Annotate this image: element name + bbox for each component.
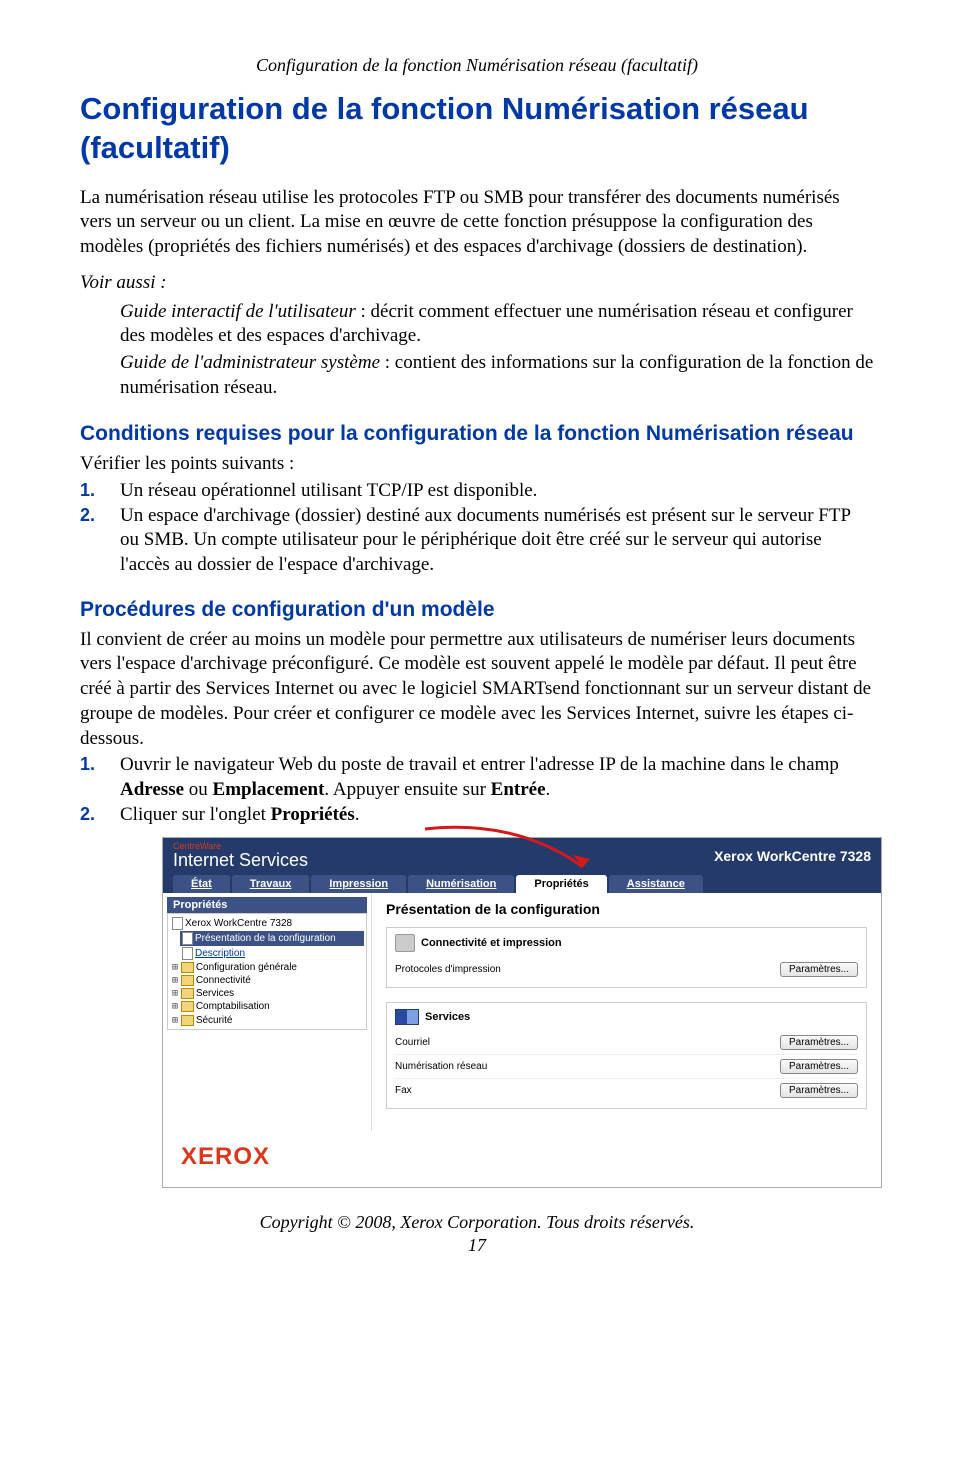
page-title: Configuration de la fonction Numérisatio… bbox=[80, 90, 874, 168]
tree-item-services[interactable]: ⊞ Services bbox=[170, 987, 364, 1000]
page-number: 17 bbox=[80, 1235, 874, 1256]
screenshot: Xerox WorkCentre 7328 CentreWare Interne… bbox=[162, 837, 882, 1188]
folder-icon bbox=[181, 1001, 194, 1012]
page-icon bbox=[182, 947, 193, 960]
content-area: Présentation de la configuration Connect… bbox=[372, 893, 881, 1131]
tree-item-config-generale[interactable]: ⊞ Configuration générale bbox=[170, 961, 364, 974]
see-also-label: Voir aussi : bbox=[80, 272, 874, 294]
row-courriel: Courriel Paramètres... bbox=[395, 1031, 858, 1055]
section2-item-2: 2. Cliquer sur l'onglet Propriétés. bbox=[80, 803, 874, 828]
running-header: Configuration de la fonction Numérisatio… bbox=[80, 55, 874, 76]
list-number: 1. bbox=[80, 479, 95, 502]
tab-etat[interactable]: État bbox=[173, 875, 230, 893]
tab-impression[interactable]: Impression bbox=[311, 875, 406, 893]
parametres-button[interactable]: Paramètres... bbox=[780, 1035, 858, 1050]
row-label: Courriel bbox=[395, 1037, 430, 1048]
expand-icon[interactable]: ⊞ bbox=[172, 988, 178, 999]
tree: Xerox WorkCentre 7328 Présentation de la… bbox=[167, 913, 367, 1030]
see-also-block: Guide interactif de l'utilisateur : décr… bbox=[120, 300, 874, 401]
list-number: 1. bbox=[80, 753, 95, 776]
expand-icon[interactable]: ⊞ bbox=[172, 962, 178, 973]
copyright: Copyright © 2008, Xerox Corporation. Tou… bbox=[80, 1212, 874, 1233]
section2-body: Il convient de créer au moins un modèle … bbox=[80, 628, 874, 751]
expand-icon[interactable]: ⊞ bbox=[172, 1015, 178, 1026]
row-label: Protocoles d'impression bbox=[395, 964, 501, 975]
section2-item-1-text: Ouvrir le navigateur Web du poste de tra… bbox=[120, 754, 839, 800]
section1-item-2: 2. Un espace d'archivage (dossier) desti… bbox=[80, 504, 874, 578]
tree-item-securite[interactable]: ⊞ Sécurité bbox=[170, 1014, 364, 1027]
section1-lead: Vérifier les points suivants : bbox=[80, 452, 874, 477]
box1-title: Connectivité et impression bbox=[421, 937, 562, 949]
tree-item-connectivite[interactable]: ⊞ Connectivité bbox=[170, 974, 364, 987]
page-icon bbox=[172, 917, 183, 930]
services-icon bbox=[395, 1009, 419, 1025]
folder-icon bbox=[181, 975, 194, 986]
section2-item-1: 1. Ouvrir le navigateur Web du poste de … bbox=[80, 753, 874, 802]
brand-big: Internet Services bbox=[173, 850, 308, 870]
box-services: Services Courriel Paramètres... Numérisa… bbox=[386, 1002, 867, 1109]
section1-item-2-text: Un espace d'archivage (dossier) destiné … bbox=[120, 505, 850, 575]
section2-list: 1. Ouvrir le navigateur Web du poste de … bbox=[80, 753, 874, 827]
folder-icon bbox=[181, 1015, 194, 1026]
intro-paragraph: La numérisation réseau utilise les proto… bbox=[80, 186, 874, 260]
expand-icon[interactable]: ⊞ bbox=[172, 975, 178, 986]
section1-title: Conditions requises pour la configuratio… bbox=[80, 422, 874, 446]
see-also-1-title: Guide interactif de l'utilisateur bbox=[120, 301, 356, 322]
folder-icon bbox=[181, 962, 194, 973]
page-icon bbox=[182, 932, 193, 945]
row-fax: Fax Paramètres... bbox=[395, 1079, 858, 1102]
parametres-button[interactable]: Paramètres... bbox=[780, 1083, 858, 1098]
see-also-2-title: Guide de l'administrateur système bbox=[120, 352, 380, 373]
tabbar: État Travaux Impression Numérisation Pro… bbox=[163, 875, 881, 893]
box-connectivite: Connectivité et impression Protocoles d'… bbox=[386, 927, 867, 988]
list-number: 2. bbox=[80, 504, 95, 527]
tree-item-presentation[interactable]: Présentation de la configuration bbox=[180, 931, 364, 946]
printer-icon bbox=[395, 934, 415, 952]
titlebar: Xerox WorkCentre 7328 CentreWare Interne… bbox=[163, 838, 881, 875]
row-numerisation: Numérisation réseau Paramètres... bbox=[395, 1055, 858, 1079]
row-label: Fax bbox=[395, 1085, 412, 1096]
expand-icon[interactable]: ⊞ bbox=[172, 1002, 178, 1013]
parametres-button[interactable]: Paramètres... bbox=[780, 962, 858, 977]
tree-root[interactable]: Xerox WorkCentre 7328 bbox=[170, 916, 364, 931]
section1-item-1-text: Un réseau opérationnel utilisant TCP/IP … bbox=[120, 480, 537, 501]
tree-item-description[interactable]: Description bbox=[180, 946, 364, 961]
row-protocoles: Protocoles d'impression Paramètres... bbox=[395, 958, 858, 981]
model-label: Xerox WorkCentre 7328 bbox=[714, 848, 871, 864]
sidebar: Propriétés Xerox WorkCentre 7328 Présent… bbox=[163, 893, 372, 1131]
row-label: Numérisation réseau bbox=[395, 1061, 487, 1072]
tab-numerisation[interactable]: Numérisation bbox=[408, 875, 514, 893]
section2-item-2-text: Cliquer sur l'onglet Propriétés. bbox=[120, 804, 359, 825]
tab-assistance[interactable]: Assistance bbox=[609, 875, 703, 893]
list-number: 2. bbox=[80, 803, 95, 826]
tree-item-comptabilisation[interactable]: ⊞ Comptabilisation bbox=[170, 1000, 364, 1013]
section2-title: Procédures de configuration d'un modèle bbox=[80, 598, 874, 622]
parametres-button[interactable]: Paramètres... bbox=[780, 1059, 858, 1074]
box2-title: Services bbox=[425, 1011, 470, 1023]
xerox-logo: XEROX bbox=[163, 1131, 881, 1187]
app-window: Xerox WorkCentre 7328 CentreWare Interne… bbox=[162, 837, 882, 1188]
tab-proprietes[interactable]: Propriétés bbox=[516, 875, 606, 893]
sidebar-title: Propriétés bbox=[167, 897, 367, 913]
section1-item-1: 1. Un réseau opérationnel utilisant TCP/… bbox=[80, 479, 874, 504]
tab-travaux[interactable]: Travaux bbox=[232, 875, 310, 893]
section1-list: 1. Un réseau opérationnel utilisant TCP/… bbox=[80, 479, 874, 578]
content-title: Présentation de la configuration bbox=[386, 901, 867, 917]
folder-icon bbox=[181, 988, 194, 999]
